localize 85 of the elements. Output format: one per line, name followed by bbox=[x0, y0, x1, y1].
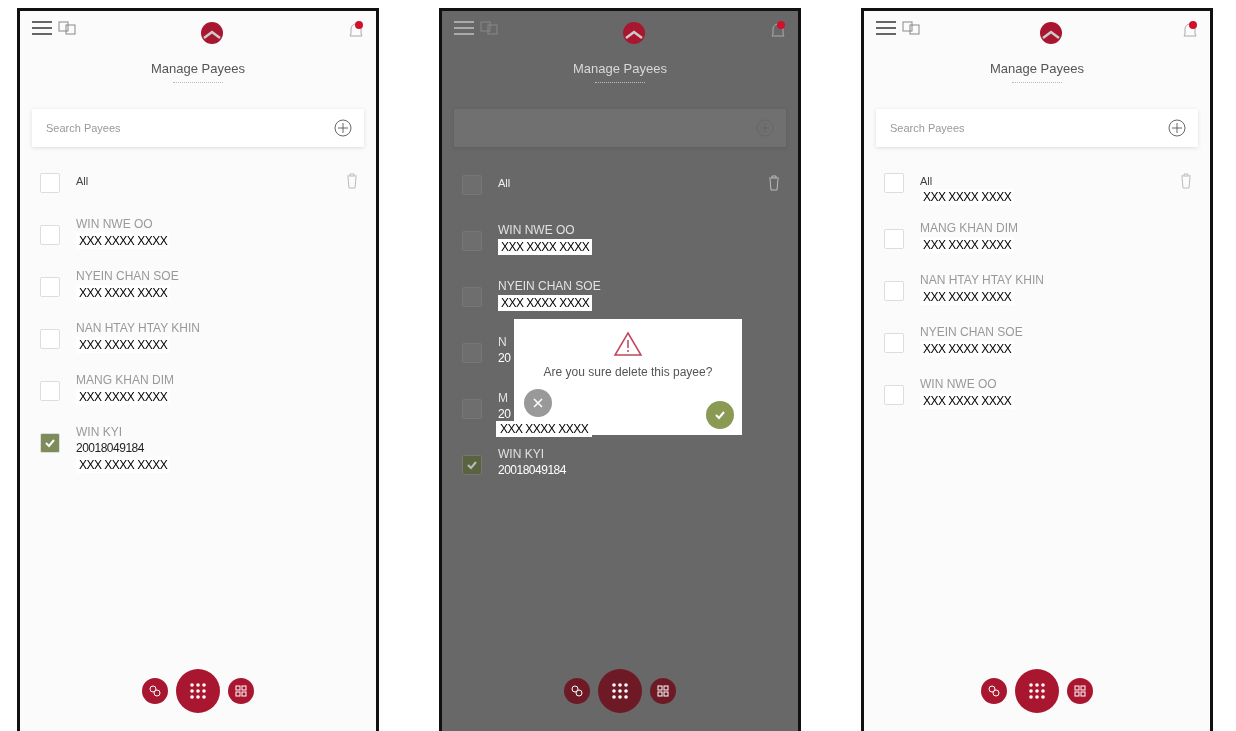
grid-icon bbox=[190, 683, 206, 699]
page-title: Manage Payees bbox=[573, 61, 667, 76]
transfer-icon bbox=[149, 685, 161, 697]
payee-name: MANG KHAN DIM bbox=[76, 373, 174, 387]
check-icon bbox=[466, 459, 478, 471]
menu-grid-button[interactable] bbox=[176, 669, 220, 713]
masked-number: XXX XXXX XXXX bbox=[76, 285, 171, 301]
qr-icon bbox=[657, 685, 669, 697]
logo-icon bbox=[622, 21, 646, 45]
logo-icon bbox=[1039, 21, 1063, 45]
payee-name: WIN NWE OO bbox=[76, 217, 153, 231]
page-title: Manage Payees bbox=[151, 61, 245, 76]
masked-number: XXX XXXX XXXX bbox=[498, 295, 593, 311]
translate-icon[interactable] bbox=[58, 21, 76, 35]
payee-name: NYEIN CHAN SOE bbox=[920, 325, 1023, 339]
masked-number: XXX XXXX XXXX bbox=[920, 289, 1015, 305]
payee-name: NYEIN CHAN SOE bbox=[498, 279, 601, 293]
confirm-button[interactable] bbox=[706, 401, 734, 429]
cancel-button[interactable] bbox=[524, 389, 552, 417]
translate-icon[interactable] bbox=[902, 21, 920, 35]
account-number: 20018049184 bbox=[76, 441, 144, 455]
masked-number: XXX XXXX XXXX bbox=[920, 237, 1015, 253]
masked-number: XXX XXXX XXXX bbox=[498, 239, 593, 255]
masked-number: XXX XXXX XXXX bbox=[920, 393, 1015, 409]
payee-name: NAN HTAY HTAY KHIN bbox=[76, 321, 201, 335]
nav-button[interactable] bbox=[564, 678, 590, 704]
payee-name: WIN KYI bbox=[76, 425, 122, 439]
menu-icon[interactable] bbox=[876, 21, 896, 35]
check-icon bbox=[714, 409, 726, 421]
account-number: 20018049184 bbox=[498, 463, 566, 477]
select-all-label: All bbox=[920, 175, 933, 187]
bell-icon[interactable] bbox=[1182, 21, 1198, 39]
payee-name: N bbox=[498, 335, 507, 349]
nav-button[interactable] bbox=[142, 678, 168, 704]
search-field[interactable]: Search Payees bbox=[876, 109, 1198, 147]
account-number: 20 bbox=[498, 351, 511, 365]
logo-icon bbox=[200, 21, 224, 45]
menu-grid-button[interactable] bbox=[598, 669, 642, 713]
account-number: 20 bbox=[498, 407, 511, 421]
search-field[interactable]: Search Payees bbox=[32, 109, 364, 147]
translate-icon[interactable] bbox=[480, 21, 498, 35]
menu-icon[interactable] bbox=[454, 21, 474, 35]
bell-icon[interactable] bbox=[348, 21, 364, 39]
masked-number: XXX XXXX XXXX bbox=[76, 337, 171, 353]
select-all-label: All bbox=[498, 177, 511, 189]
nav-button[interactable] bbox=[228, 678, 254, 704]
nav-button[interactable] bbox=[650, 678, 676, 704]
dialog-message: Are you sure delete this payee? bbox=[543, 365, 713, 379]
masked-number: XXX XXXX XXXX bbox=[76, 233, 171, 249]
nav-button[interactable] bbox=[981, 678, 1007, 704]
masked-number: XXX XXXX XXXX bbox=[76, 389, 171, 405]
payee-name: WIN NWE OO bbox=[498, 223, 575, 237]
transfer-icon bbox=[988, 685, 1000, 697]
trash-icon[interactable] bbox=[346, 173, 358, 189]
grid-icon bbox=[1029, 683, 1045, 699]
payee-name: NAN HTAY HTAY KHIN bbox=[920, 273, 1045, 287]
search-input[interactable]: Search Payees bbox=[44, 121, 334, 135]
checkbox[interactable] bbox=[462, 455, 482, 475]
search-input[interactable]: Search Payees bbox=[888, 121, 1168, 135]
masked-number: XXX XXXX XXXX bbox=[920, 341, 1015, 357]
masked-number: XXX XXXX XXXX bbox=[76, 457, 171, 473]
check-icon bbox=[44, 437, 56, 449]
warning-icon bbox=[613, 331, 643, 357]
menu-grid-button[interactable] bbox=[1015, 669, 1059, 713]
payee-name: MANG KHAN DIM bbox=[920, 221, 1018, 235]
qr-icon bbox=[1074, 685, 1086, 697]
grid-icon bbox=[612, 683, 628, 699]
add-icon[interactable] bbox=[334, 119, 352, 137]
bell-icon[interactable] bbox=[770, 21, 786, 39]
trash-icon[interactable] bbox=[1180, 173, 1192, 189]
select-all-label: All bbox=[76, 175, 89, 187]
payee-name: WIN KYI bbox=[498, 447, 544, 461]
close-icon bbox=[533, 398, 543, 408]
qr-icon bbox=[235, 685, 247, 697]
nav-button[interactable] bbox=[1067, 678, 1093, 704]
masked-number: XXX XXXX XXXX bbox=[496, 421, 593, 437]
masked-number: XXX XXXX XXXX bbox=[920, 189, 1015, 205]
page-title: Manage Payees bbox=[990, 61, 1084, 76]
payee-name: WIN NWE OO bbox=[920, 377, 997, 391]
menu-icon[interactable] bbox=[32, 21, 52, 35]
add-icon[interactable] bbox=[1168, 119, 1186, 137]
trash-icon[interactable] bbox=[768, 175, 780, 191]
transfer-icon bbox=[571, 685, 583, 697]
payee-name: NYEIN CHAN SOE bbox=[76, 269, 179, 283]
payee-name: M bbox=[498, 391, 508, 405]
